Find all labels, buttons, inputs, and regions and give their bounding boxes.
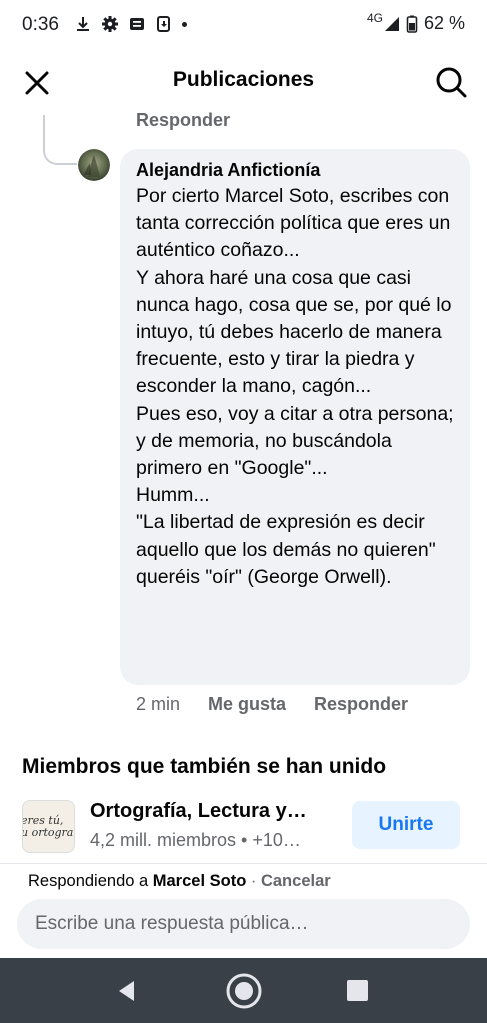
system-nav-bar (0, 958, 487, 1023)
home-nav-icon[interactable] (224, 971, 264, 1011)
divider (0, 863, 487, 864)
header: Publicaciones (0, 56, 487, 106)
back-nav-icon[interactable] (116, 979, 136, 1003)
thread-connector (43, 115, 77, 165)
comment-bubble: Alejandria Anfictionía Por cierto Marcel… (120, 149, 470, 685)
more-notifications-dot (182, 21, 187, 27)
news-icon (130, 18, 144, 30)
replying-name: Marcel Soto (152, 872, 247, 890)
recents-nav-icon[interactable] (347, 980, 368, 1001)
like-button[interactable]: Me gusta (208, 694, 286, 715)
group-info: 4,2 mill. miembros • +10… (90, 830, 301, 850)
cancel-reply-button[interactable]: Cancelar (261, 872, 331, 890)
reply-input[interactable] (17, 899, 470, 949)
battery-level: 62 % (423, 13, 465, 33)
avatar[interactable] (78, 149, 110, 181)
group-thumbnail-line-2: u ortogra (22, 826, 74, 839)
group-name[interactable]: Ortografía, Lectura y… (90, 800, 307, 823)
suggestions-title: Miembros que también se han unido (22, 755, 387, 778)
battery-icon (406, 15, 418, 33)
group-thumbnail: eres tú, u ortogra (22, 800, 75, 853)
comment-actions: 2 min Me gusta Responder (136, 694, 408, 715)
reply-button[interactable]: Responder (314, 694, 408, 715)
comment-text: Por cierto Marcel Soto, escribes con tan… (136, 185, 454, 588)
page-title: Publicaciones (172, 68, 315, 91)
status-time: 0:36 (22, 14, 59, 35)
comment-author[interactable]: Alejandria Anfictionía (136, 158, 454, 182)
gear-icon (102, 16, 118, 32)
replying-to-bar: Respondiendo a Marcel Soto · Cancelar (28, 872, 331, 891)
search-icon[interactable] (433, 64, 469, 100)
status-notification-icons (74, 15, 187, 33)
previous-reply-button[interactable]: Responder (136, 110, 230, 131)
join-button[interactable]: Unirte (352, 801, 460, 849)
status-right: 4G 62 % (366, 10, 465, 34)
group-suggestion[interactable]: eres tú, u ortogra Ortografía, Lectura y… (22, 797, 468, 859)
status-bar: 0:36 4G 62 % (0, 0, 487, 52)
comment-timestamp: 2 min (136, 694, 181, 714)
network-label: 4G (366, 10, 383, 25)
avatar-image (78, 149, 110, 181)
replying-separator: · (246, 872, 261, 890)
download-icon (77, 17, 89, 31)
cast-icon (157, 16, 170, 32)
signal-icon (384, 16, 399, 31)
replying-prefix: Respondiendo a (28, 872, 153, 890)
